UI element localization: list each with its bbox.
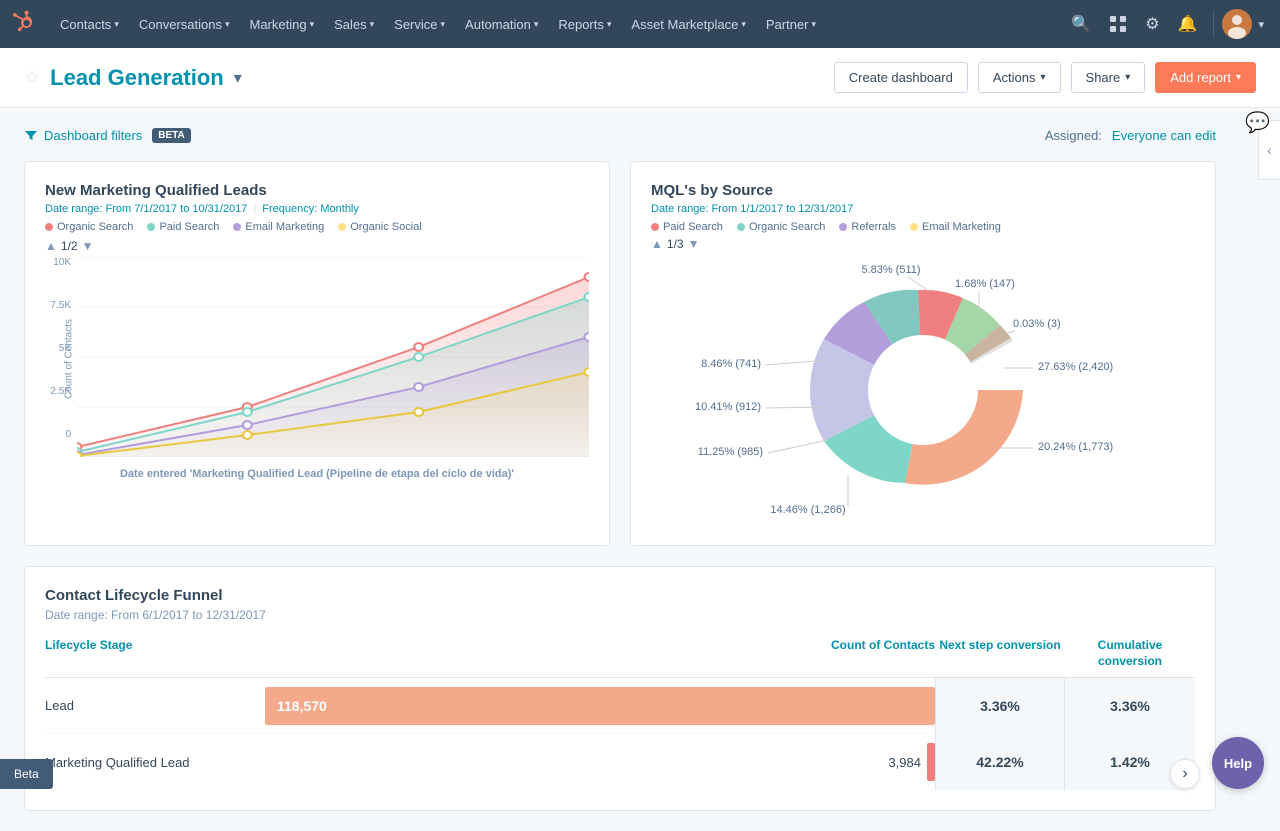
svg-text:27.63% (2,420): 27.63% (2,420): [1038, 361, 1113, 373]
nav-item-partner[interactable]: Partner▾: [756, 0, 826, 48]
legend-item-email-marketing: Email Marketing: [233, 221, 324, 233]
chart2-title: MQL's by Source: [651, 182, 1195, 199]
notifications-button[interactable]: 🔔: [1170, 8, 1206, 40]
svg-text:8.46% (741): 8.46% (741): [701, 358, 761, 370]
funnel-title: Contact Lifecycle Funnel: [45, 587, 1195, 604]
chart1-x-label: Date entered 'Marketing Qualified Lead (…: [45, 468, 589, 480]
chart2-up-arrow[interactable]: ▲: [651, 237, 663, 251]
chart2-legend: Paid Search Organic Search Referrals Ema…: [651, 221, 1195, 233]
col-cumulative: Cumulative conversion: [1065, 638, 1195, 669]
nav-item-reports[interactable]: Reports▾: [548, 0, 621, 48]
share-button[interactable]: Share▾: [1071, 62, 1146, 93]
beta-badge: BETA: [152, 128, 190, 143]
col-next: Next step conversion: [935, 638, 1065, 669]
main-content: Dashboard filters BETA Assigned: Everyon…: [0, 108, 1240, 831]
search-button[interactable]: 🔍: [1063, 8, 1099, 40]
nav-item-conversations[interactable]: Conversations▾: [129, 0, 240, 48]
table-row: Lead 118,570 3.36% 3.36%: [45, 678, 1195, 734]
mql-count: 3,984: [888, 755, 921, 770]
top-nav: Contacts▾ Conversations▾ Marketing▾ Sale…: [0, 0, 1280, 48]
col-stage: Lifecycle Stage: [45, 638, 265, 669]
lead-count: 118,570: [277, 698, 327, 714]
nav-chevron-button[interactable]: ▾: [1254, 18, 1268, 31]
col-count: Count of Contacts: [265, 638, 935, 669]
legend-item-organic-search: Organic Search: [45, 221, 133, 233]
settings-button[interactable]: ⚙: [1137, 8, 1167, 40]
nav-item-automation[interactable]: Automation▾: [455, 0, 548, 48]
add-report-button[interactable]: Add report▾: [1155, 62, 1256, 93]
svg-text:14.46% (1,266): 14.46% (1,266): [770, 504, 845, 516]
chart2-down-arrow[interactable]: ▼: [688, 237, 700, 251]
nav-item-asset-marketplace[interactable]: Asset Marketplace▾: [621, 0, 755, 48]
svg-text:10.41% (912): 10.41% (912): [695, 401, 761, 413]
filters-bar: Dashboard filters BETA Assigned: Everyon…: [24, 128, 1216, 143]
mql-by-source-card: MQL's by Source Date range: From 1/1/201…: [630, 161, 1216, 546]
svg-text:20.24% (1,773): 20.24% (1,773): [1038, 441, 1113, 453]
chart2-date-range: Date range: From 1/1/2017 to 12/31/2017: [651, 203, 853, 215]
chart1-frequency: Frequency: Monthly: [262, 203, 359, 215]
assigned-prefix: Assigned:: [1045, 128, 1102, 143]
svg-text:5.83% (511): 5.83% (511): [861, 264, 920, 276]
beta-button[interactable]: Beta: [0, 759, 53, 789]
legend-item-organic-social: Organic Social: [338, 221, 422, 233]
page-title-chevron-icon[interactable]: ▾: [234, 68, 242, 88]
nav-item-contacts[interactable]: Contacts▾: [50, 0, 129, 48]
mql-stage-label: Marketing Qualified Lead: [45, 755, 190, 770]
next-page-arrow[interactable]: ›: [1170, 759, 1200, 789]
lead-next-conversion: 3.36%: [935, 678, 1065, 733]
svg-text:0.03% (3): 0.03% (3): [1013, 318, 1061, 330]
nav-item-service[interactable]: Service▾: [384, 0, 455, 48]
chart2-page: 1/3: [667, 237, 684, 251]
chart1-legend: Organic Search Paid Search Email Marketi…: [45, 221, 589, 233]
lead-cumulative-conversion: 3.36%: [1065, 678, 1195, 733]
hubspot-logo[interactable]: [12, 9, 36, 39]
chart2-pagination: ▲ 1/3 ▼: [651, 237, 1195, 251]
nav-item-sales[interactable]: Sales▾: [324, 0, 384, 48]
lead-stage-label: Lead: [45, 698, 74, 713]
legend-item-paid-search: Paid Search: [147, 221, 219, 233]
nav-item-marketing[interactable]: Marketing▾: [239, 0, 324, 48]
chart1-title: New Marketing Qualified Leads: [45, 182, 589, 199]
create-dashboard-button[interactable]: Create dashboard: [834, 62, 968, 93]
assigned-link[interactable]: Everyone can edit: [1112, 128, 1216, 143]
funnel-card: Contact Lifecycle Funnel Date range: Fro…: [24, 566, 1216, 811]
page-star-icon[interactable]: ☆: [24, 67, 40, 88]
table-row: Marketing Qualified Lead 3,984 42.22% 1.…: [45, 734, 1195, 790]
filter-icon: [24, 129, 38, 143]
marketplace-button[interactable]: [1101, 9, 1135, 39]
chart1-date-range: Date range: From 7/1/2017 to 10/31/2017: [45, 203, 247, 215]
help-button[interactable]: Help: [1212, 737, 1264, 789]
nav-avatar[interactable]: [1222, 9, 1252, 39]
actions-button[interactable]: Actions▾: [978, 62, 1061, 93]
cards-row: New Marketing Qualified Leads Date range…: [24, 161, 1216, 546]
down-arrow-icon[interactable]: ▼: [82, 239, 94, 253]
page-title: Lead Generation: [50, 65, 224, 91]
chart1-page: 1/2: [61, 239, 78, 253]
chart1-pagination: ▲ 1/2 ▼: [45, 239, 589, 253]
svg-text:1.68% (147): 1.68% (147): [955, 278, 1015, 290]
sub-header: ☆ Lead Generation ▾ Create dashboard Act…: [0, 48, 1280, 108]
up-arrow-icon[interactable]: ▲: [45, 239, 57, 253]
new-mql-card: New Marketing Qualified Leads Date range…: [24, 161, 610, 546]
funnel-date-range: Date range: From 6/1/2017 to 12/31/2017: [45, 608, 1195, 622]
nav-icons: 🔍 ⚙ 🔔 ▾: [1063, 8, 1268, 40]
mql-next-conversion: 42.22%: [935, 734, 1065, 790]
svg-text:11.25% (985): 11.25% (985): [698, 446, 763, 458]
dashboard-filters-button[interactable]: Dashboard filters: [24, 128, 142, 143]
chat-icon[interactable]: 💬: [1245, 110, 1270, 135]
